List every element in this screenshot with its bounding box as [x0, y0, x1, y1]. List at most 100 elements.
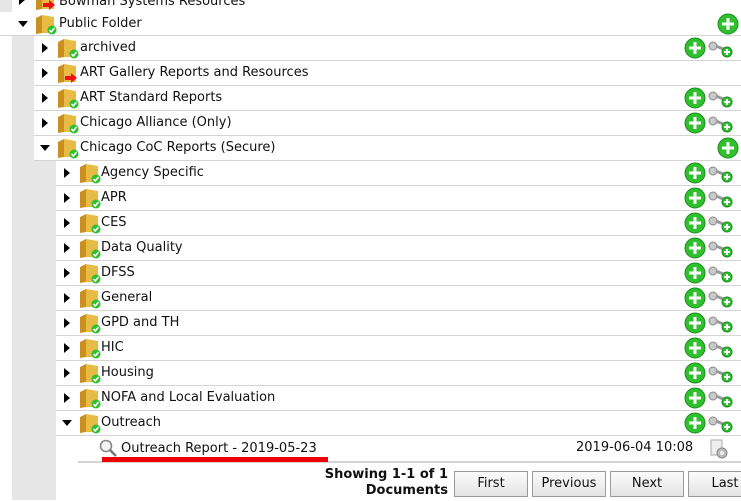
- folder-icon: [80, 364, 101, 384]
- expand-icon[interactable]: [42, 93, 48, 103]
- add-icon[interactable]: [684, 312, 706, 334]
- collapse-icon[interactable]: [40, 145, 50, 151]
- folder-icon: [80, 289, 101, 309]
- folder-label[interactable]: Chicago CoC Reports (Secure): [80, 140, 275, 156]
- folder-label[interactable]: Outreach: [101, 415, 161, 431]
- folder-row[interactable]: DFSS: [56, 261, 741, 286]
- add-icon[interactable]: [684, 162, 706, 184]
- folder-label[interactable]: Housing: [101, 365, 154, 381]
- expand-icon[interactable]: [64, 393, 70, 403]
- folder-label[interactable]: APR: [101, 190, 127, 206]
- add-icon[interactable]: [684, 237, 706, 259]
- permission-key-icon[interactable]: [708, 164, 734, 184]
- add-icon[interactable]: [684, 262, 706, 284]
- folder-row[interactable]: Housing: [56, 361, 741, 386]
- expand-icon[interactable]: [42, 43, 48, 53]
- expand-icon[interactable]: [42, 68, 48, 78]
- collapse-icon[interactable]: [62, 420, 72, 426]
- folder-icon: [80, 314, 101, 334]
- folder-row-public[interactable]: Public Folder: [0, 12, 741, 36]
- folder-row[interactable]: General: [56, 286, 741, 311]
- folder-icon: [80, 164, 101, 184]
- next-page-button[interactable]: Next: [610, 471, 684, 497]
- permission-key-icon[interactable]: [708, 289, 734, 309]
- permission-key-icon[interactable]: [708, 114, 734, 134]
- expand-icon[interactable]: [64, 218, 70, 228]
- expand-icon[interactable]: [64, 243, 70, 253]
- document-row[interactable]: Outreach Report - 2019-05-23 2019-06-04 …: [78, 436, 741, 469]
- permission-key-icon[interactable]: [708, 264, 734, 284]
- folder-row[interactable]: Outreach: [56, 411, 741, 436]
- last-page-button[interactable]: Last: [688, 471, 741, 497]
- permission-key-icon[interactable]: [708, 214, 734, 234]
- folder-row[interactable]: ART Gallery Reports and Resources: [34, 61, 741, 86]
- pagination-bar: Showing 1-1 of 1 Documents First Previou…: [78, 462, 741, 501]
- folder-label[interactable]: Public Folder: [59, 16, 142, 32]
- folder-label[interactable]: Agency Specific: [101, 165, 204, 181]
- first-page-button[interactable]: First: [454, 471, 528, 497]
- folder-row[interactable]: NOFA and Local Evaluation: [56, 386, 741, 411]
- add-icon[interactable]: [684, 87, 706, 109]
- add-icon[interactable]: [684, 412, 706, 434]
- permission-key-icon[interactable]: [708, 239, 734, 259]
- magnifier-icon[interactable]: [98, 438, 118, 458]
- folder-row[interactable]: ART Standard Reports: [34, 86, 741, 111]
- permission-key-icon[interactable]: [708, 189, 734, 209]
- folder-label[interactable]: General: [101, 290, 152, 306]
- folder-row[interactable]: Chicago CoC Reports (Secure): [34, 136, 741, 161]
- expand-icon[interactable]: [64, 368, 70, 378]
- folder-row[interactable]: Chicago Alliance (Only): [34, 111, 741, 136]
- folder-icon: [80, 264, 101, 284]
- folder-label[interactable]: GPD and TH: [101, 315, 179, 331]
- permission-key-icon[interactable]: [708, 389, 734, 409]
- permission-key-icon[interactable]: [708, 39, 734, 59]
- expand-icon[interactable]: [64, 193, 70, 203]
- add-icon[interactable]: [684, 187, 706, 209]
- expand-icon[interactable]: [64, 268, 70, 278]
- folder-row[interactable]: Agency Specific: [56, 161, 741, 186]
- expand-icon[interactable]: [64, 343, 70, 353]
- folder-label[interactable]: DFSS: [101, 265, 135, 281]
- add-icon[interactable]: [684, 112, 706, 134]
- expand-icon[interactable]: [64, 293, 70, 303]
- folder-label[interactable]: Chicago Alliance (Only): [80, 115, 232, 131]
- add-icon[interactable]: [684, 212, 706, 234]
- folder-label[interactable]: ART Standard Reports: [80, 90, 222, 106]
- folder-row[interactable]: GPD and TH: [56, 311, 741, 336]
- permission-key-icon[interactable]: [708, 339, 734, 359]
- permission-key-icon[interactable]: [708, 89, 734, 109]
- document-name[interactable]: Outreach Report - 2019-05-23: [121, 441, 317, 457]
- permission-key-icon[interactable]: [708, 364, 734, 384]
- folder-row[interactable]: HIC: [56, 336, 741, 361]
- add-icon[interactable]: [684, 337, 706, 359]
- permission-key-icon[interactable]: [708, 314, 734, 334]
- folder-label[interactable]: ART Gallery Reports and Resources: [80, 65, 308, 81]
- folder-icon: [58, 89, 79, 109]
- permission-key-icon[interactable]: [708, 414, 734, 434]
- add-icon[interactable]: [684, 362, 706, 384]
- folder-label[interactable]: HIC: [101, 340, 124, 356]
- folder-icon: [36, 15, 57, 35]
- folder-row[interactable]: archived: [34, 36, 741, 61]
- collapse-icon[interactable]: [18, 21, 28, 27]
- folder-label[interactable]: Bowman Systems Resources: [59, 0, 245, 10]
- add-icon[interactable]: [684, 387, 706, 409]
- previous-page-button[interactable]: Previous: [532, 471, 606, 497]
- expand-icon[interactable]: [19, 0, 25, 5]
- add-icon[interactable]: [684, 37, 706, 59]
- expand-icon[interactable]: [64, 318, 70, 328]
- folder-row[interactable]: APR: [56, 186, 741, 211]
- folder-label[interactable]: Data Quality: [101, 240, 183, 256]
- expand-icon[interactable]: [42, 118, 48, 128]
- add-icon[interactable]: [717, 13, 739, 35]
- folder-row[interactable]: CES: [56, 211, 741, 236]
- folder-icon: [80, 414, 101, 434]
- expand-icon[interactable]: [64, 168, 70, 178]
- folder-label[interactable]: NOFA and Local Evaluation: [101, 390, 275, 406]
- add-icon[interactable]: [717, 137, 739, 159]
- document-settings-icon[interactable]: [708, 438, 730, 460]
- folder-row[interactable]: Data Quality: [56, 236, 741, 261]
- folder-label[interactable]: archived: [80, 40, 136, 56]
- folder-label[interactable]: CES: [101, 215, 127, 231]
- add-icon[interactable]: [684, 287, 706, 309]
